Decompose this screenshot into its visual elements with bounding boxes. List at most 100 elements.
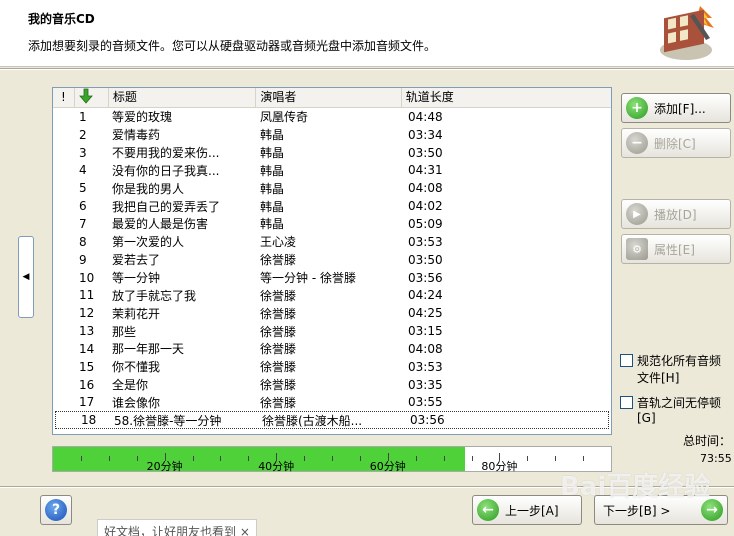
timeline-tick — [583, 456, 585, 461]
track-number: 14 — [79, 341, 95, 356]
track-duration: 04:02 — [408, 199, 443, 214]
page-title: 我的音乐CD — [28, 12, 95, 26]
track-duration: 03:35 — [408, 377, 443, 392]
track-duration: 04:08 — [408, 181, 443, 196]
arrow-left-icon: ← — [477, 499, 499, 521]
track-artist: 韩晶 — [260, 199, 285, 214]
track-row[interactable]: 4 没有你的日子我真... 韩晶 04:31 — [53, 162, 611, 180]
collapse-panel-button[interactable]: ◀ — [18, 236, 34, 318]
track-rows: 1 等爱的玫瑰 凤凰传奇 04:48 2 爱情毒药 韩晶 03:34 3 不要用我的爱来伤... 韩… — [53, 108, 611, 430]
normalize-label: 规范化所有音频文件[H] — [637, 354, 722, 385]
timeline-tick — [415, 456, 417, 461]
timeline-tick — [248, 456, 250, 461]
track-title: 我把自己的爱弄丢了 — [112, 199, 221, 214]
play-button-label: 播放[D] — [654, 207, 697, 222]
add-button[interactable]: + 添加[F]... — [621, 93, 731, 123]
help-button[interactable]: ? — [40, 495, 72, 525]
timeline-tick — [192, 456, 194, 461]
add-button-label: 添加[F]... — [654, 101, 706, 116]
track-number: 2 — [79, 127, 87, 142]
track-row[interactable]: 7 最爱的人最是伤害 韩晶 05:09 — [53, 215, 611, 233]
normalize-checkbox[interactable]: 规范化所有音频文件[H] — [620, 352, 730, 386]
track-title: 你不懂我 — [112, 360, 161, 375]
timeline-label: 40分钟 — [258, 460, 295, 473]
green-arrow-down-icon — [79, 88, 93, 104]
track-number: 6 — [79, 199, 87, 214]
track-row[interactable]: 13 那些 徐誉滕 03:15 — [53, 322, 611, 340]
timeline-label: 20分钟 — [146, 460, 183, 473]
track-duration: 04:08 — [408, 341, 443, 356]
track-title: 58.徐誉滕-等一分钟 — [114, 413, 222, 428]
timeline-tick — [443, 456, 445, 461]
track-row[interactable]: 17 谁会像你 徐誉滕 03:55 — [53, 394, 611, 412]
track-duration: 04:25 — [408, 306, 443, 321]
timeline-tick — [108, 456, 110, 461]
triangle-left-icon: ◀ — [22, 272, 30, 282]
col-sort[interactable] — [75, 88, 109, 107]
minus-icon: − — [626, 132, 648, 154]
track-row[interactable]: 12 茉莉花开 徐誉滕 04:25 — [53, 304, 611, 322]
timeline-tick — [471, 456, 473, 461]
track-row[interactable]: 5 你是我的男人 韩晶 04:08 — [53, 179, 611, 197]
track-number: 11 — [79, 288, 95, 303]
track-title: 等爱的玫瑰 — [112, 110, 173, 125]
properties-button[interactable]: ⚙ 属性[E] — [621, 234, 731, 264]
track-duration: 03:50 — [408, 145, 443, 160]
track-row[interactable]: 1 等爱的玫瑰 凤凰传奇 04:48 — [53, 108, 611, 126]
track-artist: 韩晶 — [260, 163, 285, 178]
track-title: 第一次爱的人 — [112, 235, 185, 250]
timeline-tick — [136, 456, 138, 461]
music-cd-logo-icon — [656, 4, 720, 62]
col-index[interactable]: ! — [53, 88, 75, 107]
track-row[interactable]: 8 第一次爱的人 王心凌 03:53 — [53, 233, 611, 251]
total-time-label: 总时间： — [683, 434, 732, 448]
track-number: 18 — [81, 413, 97, 428]
properties-icon: ⚙ — [626, 238, 648, 260]
track-duration: 03:53 — [408, 359, 443, 374]
col-artist[interactable]: 演唱者 — [256, 88, 402, 107]
track-row[interactable]: 11 放了手就忘了我 徐誉滕 04:24 — [53, 286, 611, 304]
track-row[interactable]: 2 爱情毒药 韩晶 03:34 — [53, 126, 611, 144]
track-duration: 03:56 — [408, 270, 443, 285]
track-title: 最爱的人最是伤害 — [112, 217, 209, 232]
track-row[interactable]: 15 你不懂我 徐誉滕 03:53 — [53, 358, 611, 376]
col-title[interactable]: 标题 — [109, 88, 257, 107]
track-row[interactable]: 10 等一分钟 等一分钟 - 徐誉滕 03:56 — [53, 269, 611, 287]
share-toast[interactable]: 好文档，让好朋友也看到 × — [97, 519, 257, 536]
timeline-tick — [555, 456, 557, 461]
track-duration: 03:34 — [408, 127, 443, 142]
track-number: 17 — [79, 395, 95, 410]
col-duration[interactable]: 轨道长度 — [402, 88, 611, 107]
track-number: 12 — [79, 306, 95, 321]
normalize-checkbox-box[interactable] — [620, 354, 633, 367]
track-artist: 王心凌 — [260, 235, 297, 250]
track-duration: 03:15 — [408, 324, 443, 339]
delete-button[interactable]: − 删除[C] — [621, 128, 731, 158]
track-artist: 徐誉滕 — [260, 395, 297, 410]
track-artist: 等一分钟 - 徐誉滕 — [260, 271, 356, 286]
track-duration: 04:48 — [408, 109, 443, 124]
track-number: 10 — [79, 270, 95, 285]
track-title: 等一分钟 — [112, 271, 161, 286]
track-duration: 03:50 — [408, 252, 443, 267]
track-row[interactable]: 18 58.徐誉滕-等一分钟 徐誉滕(古渡木船... 03:56 — [55, 411, 609, 430]
track-number: 1 — [79, 109, 87, 124]
track-number: 13 — [79, 324, 95, 339]
track-row[interactable]: 3 不要用我的爱来伤... 韩晶 03:50 — [53, 144, 611, 162]
track-row[interactable]: 6 我把自己的爱弄丢了 韩晶 04:02 — [53, 197, 611, 215]
no-gap-checkbox[interactable]: 音轨之间无停顿[G] — [620, 394, 732, 425]
track-artist: 韩晶 — [260, 128, 285, 143]
track-row[interactable]: 9 爱若去了 徐誉滕 03:50 — [53, 251, 611, 269]
track-row[interactable]: 16 全是你 徐誉滕 03:35 — [53, 376, 611, 394]
track-title: 没有你的日子我真... — [112, 163, 220, 178]
track-number: 15 — [79, 359, 95, 374]
play-button[interactable]: ▶ 播放[D] — [621, 199, 731, 229]
no-gap-checkbox-box[interactable] — [620, 396, 633, 409]
track-number: 8 — [79, 234, 87, 249]
track-duration: 03:56 — [410, 413, 445, 428]
track-artist: 徐誉滕 — [260, 324, 297, 339]
track-list[interactable]: ! 标题 演唱者 轨道长度 1 等爱的玫瑰 凤凰传奇 04:48 2 爱情毒药 韩晶 03:3… — [52, 87, 612, 435]
track-title: 那一年那一天 — [112, 342, 185, 357]
track-artist: 徐誉滕 — [260, 306, 297, 321]
track-row[interactable]: 14 那一年那一天 徐誉滕 04:08 — [53, 340, 611, 358]
